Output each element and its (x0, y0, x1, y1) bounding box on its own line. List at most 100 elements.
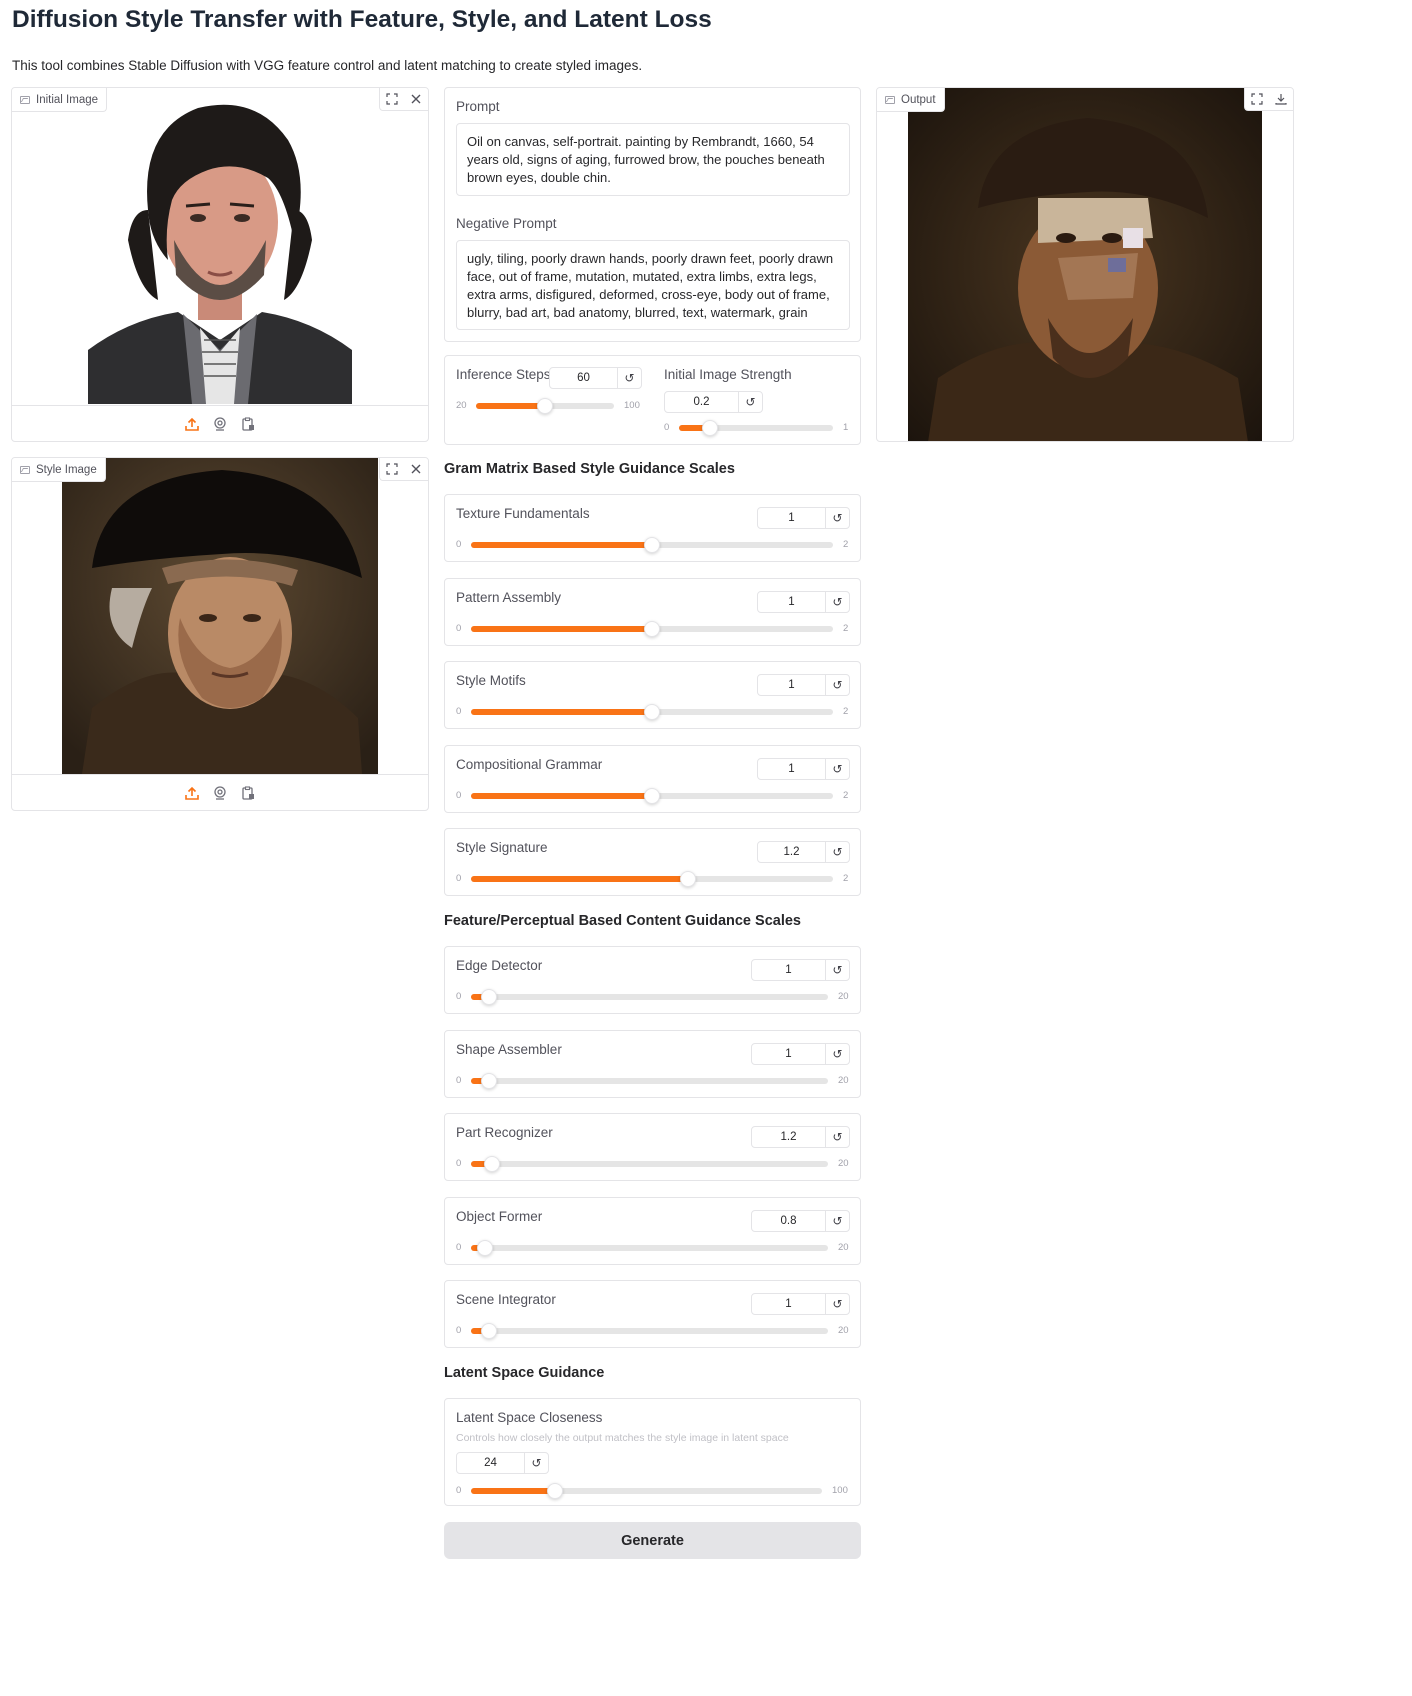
image-icon (20, 95, 30, 104)
style-signature-block: Style Signature 1.2 ↺ 0 2 (444, 828, 861, 896)
inference-steps-input[interactable]: 60 ↺ (549, 367, 642, 389)
object-former-input[interactable]: 0.8 ↺ (751, 1209, 850, 1232)
texture-fundamentals-slider[interactable] (471, 537, 833, 553)
edge-detector-slider[interactable] (471, 989, 828, 1005)
latent-closeness-max: 100 (832, 1485, 848, 1496)
negative-prompt-input[interactable]: ugly, tiling, poorly drawn hands, poorly… (456, 240, 850, 330)
slider-thumb[interactable] (644, 704, 660, 720)
part-recognizer-input[interactable]: 1.2 ↺ (751, 1126, 850, 1148)
slider-thumb[interactable] (644, 787, 660, 804)
feature-section-title: Feature/Perceptual Based Content Guidanc… (444, 913, 801, 929)
style-image-tools (379, 458, 428, 481)
pattern-assembly-max: 2 (843, 622, 849, 634)
pattern-assembly-input[interactable]: 1 ↺ (757, 590, 850, 613)
pattern-assembly-block: Pattern Assembly 1 ↺ 0 2 (444, 577, 861, 646)
texture-fundamentals-input[interactable]: 1 ↺ (757, 507, 850, 529)
latent-closeness-input[interactable]: 24 ↺ (456, 1452, 549, 1474)
scene-integrator-input[interactable]: 1 ↺ (751, 1293, 850, 1315)
reset-icon[interactable]: ↺ (825, 508, 849, 528)
close-icon[interactable] (404, 88, 428, 110)
edge-detector-input[interactable]: 1 ↺ (751, 959, 850, 981)
webcam-icon[interactable] (212, 416, 228, 432)
slider-thumb[interactable] (480, 989, 497, 1005)
style-image-label-tag: Style Image (12, 458, 106, 482)
slider-thumb[interactable] (680, 871, 697, 887)
style-signature-label: Style Signature (456, 840, 548, 855)
edge-detector-min: 0 (456, 991, 462, 1002)
part-recognizer-slider[interactable] (471, 1156, 828, 1172)
download-icon[interactable] (1269, 88, 1293, 110)
reset-icon[interactable]: ↺ (617, 368, 641, 388)
reset-icon[interactable]: ↺ (825, 1043, 849, 1064)
initial-strength-input[interactable]: 0.2 ↺ (664, 391, 763, 413)
shape-assembler-label: Shape Assembler (456, 1041, 562, 1057)
initial-strength-max: 1 (843, 422, 849, 433)
style-image-panel[interactable]: Style Image (11, 457, 429, 811)
fullscreen-icon[interactable] (1245, 88, 1269, 110)
shape-assembler-value: 1 (785, 1047, 792, 1060)
page-title: Diffusion Style Transfer with Feature, S… (12, 6, 712, 33)
inference-steps-max: 100 (624, 400, 640, 411)
compositional-grammar-input[interactable]: 1 ↺ (757, 757, 850, 780)
initial-image-panel[interactable]: Initial Image (11, 87, 429, 442)
image-icon (885, 95, 895, 104)
webcam-icon[interactable] (212, 785, 228, 801)
slider-thumb[interactable] (644, 620, 660, 637)
reset-icon[interactable]: ↺ (825, 758, 849, 779)
slider-thumb[interactable] (547, 1483, 564, 1499)
latent-closeness-slider[interactable] (471, 1483, 822, 1499)
reset-icon[interactable]: ↺ (825, 1127, 849, 1147)
output-tools (1244, 88, 1293, 111)
style-signature-input[interactable]: 1.2 ↺ (757, 841, 850, 863)
clipboard-icon[interactable] (240, 416, 256, 432)
edge-detector-max: 20 (838, 991, 849, 1002)
style-motifs-slider[interactable] (471, 704, 833, 720)
inference-steps-slider[interactable] (476, 398, 614, 414)
fullscreen-icon[interactable] (380, 458, 404, 480)
reset-icon[interactable]: ↺ (825, 960, 849, 980)
scene-integrator-slider[interactable] (471, 1323, 828, 1339)
fullscreen-icon[interactable] (380, 88, 404, 110)
initial-strength-slider[interactable] (679, 420, 833, 436)
object-former-slider[interactable] (471, 1239, 828, 1256)
slider-thumb[interactable] (537, 398, 553, 414)
shape-assembler-input[interactable]: 1 ↺ (751, 1042, 850, 1065)
slider-thumb[interactable] (480, 1323, 497, 1339)
slider-thumb[interactable] (484, 1156, 501, 1172)
upload-icon[interactable] (184, 416, 200, 432)
close-icon[interactable] (404, 458, 428, 480)
reset-icon[interactable]: ↺ (825, 675, 849, 695)
slider-thumb[interactable] (701, 420, 718, 436)
prompt-input[interactable]: Oil on canvas, self-portrait. painting b… (456, 123, 850, 196)
compositional-grammar-value: 1 (788, 762, 795, 775)
compositional-grammar-slider[interactable] (471, 787, 833, 804)
style-image-painting (62, 458, 378, 774)
output-panel: Output (876, 87, 1294, 442)
texture-fundamentals-label: Texture Fundamentals (456, 506, 590, 521)
reset-icon[interactable]: ↺ (524, 1453, 548, 1473)
reset-icon[interactable]: ↺ (825, 591, 849, 612)
initial-image-photo (88, 100, 352, 404)
upload-icon[interactable] (184, 785, 200, 801)
compositional-grammar-max: 2 (843, 789, 849, 801)
inference-steps-value: 60 (577, 372, 590, 384)
slider-thumb[interactable] (477, 1239, 494, 1256)
generate-button[interactable]: Generate (444, 1522, 861, 1559)
clipboard-icon[interactable] (240, 785, 256, 801)
pattern-assembly-value: 1 (788, 595, 795, 608)
reset-icon[interactable]: ↺ (825, 842, 849, 862)
part-recognizer-block: Part Recognizer 1.2 ↺ 0 20 (444, 1113, 861, 1181)
reset-icon[interactable]: ↺ (825, 1210, 849, 1231)
style-signature-max: 2 (843, 873, 849, 884)
slider-thumb[interactable] (480, 1072, 497, 1089)
style-signature-slider[interactable] (471, 871, 833, 887)
shape-assembler-slider[interactable] (471, 1072, 828, 1089)
reset-icon[interactable]: ↺ (825, 1294, 849, 1314)
object-former-min: 0 (456, 1241, 462, 1253)
reset-icon[interactable]: ↺ (738, 392, 762, 412)
output-image (908, 88, 1262, 441)
pattern-assembly-slider[interactable] (471, 620, 833, 637)
style-motifs-input[interactable]: 1 ↺ (757, 674, 850, 696)
part-recognizer-value: 1.2 (780, 1131, 797, 1143)
slider-thumb[interactable] (644, 537, 660, 553)
